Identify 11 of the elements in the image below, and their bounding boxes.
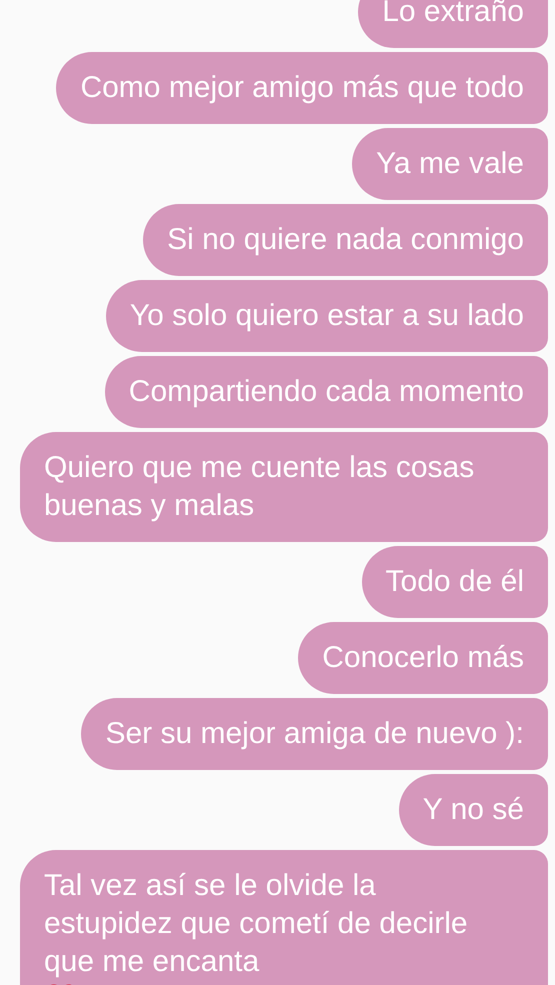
- message-text: Si no quiere nada conmigo: [167, 223, 524, 256]
- message-text: Ser su mejor amiga de nuevo ):: [105, 717, 524, 750]
- message-text: Compartiendo cada momento: [128, 375, 524, 408]
- message-text: Todo de él: [386, 565, 524, 598]
- message-text: Yo solo quiero estar a su lado: [130, 299, 524, 332]
- message-text: Tal vez así se le olvide la estupidez que cometí de decirle que me encanta: [44, 868, 469, 980]
- message-text: Como mejor amigo más que todo: [80, 71, 524, 104]
- message-text: Quiero que me cuente las cosas buenas y malas: [44, 451, 474, 522]
- message-text: Ya me vale: [376, 147, 524, 180]
- message-text: Conocerlo más: [322, 641, 524, 674]
- message-text: Y no sé: [422, 793, 524, 826]
